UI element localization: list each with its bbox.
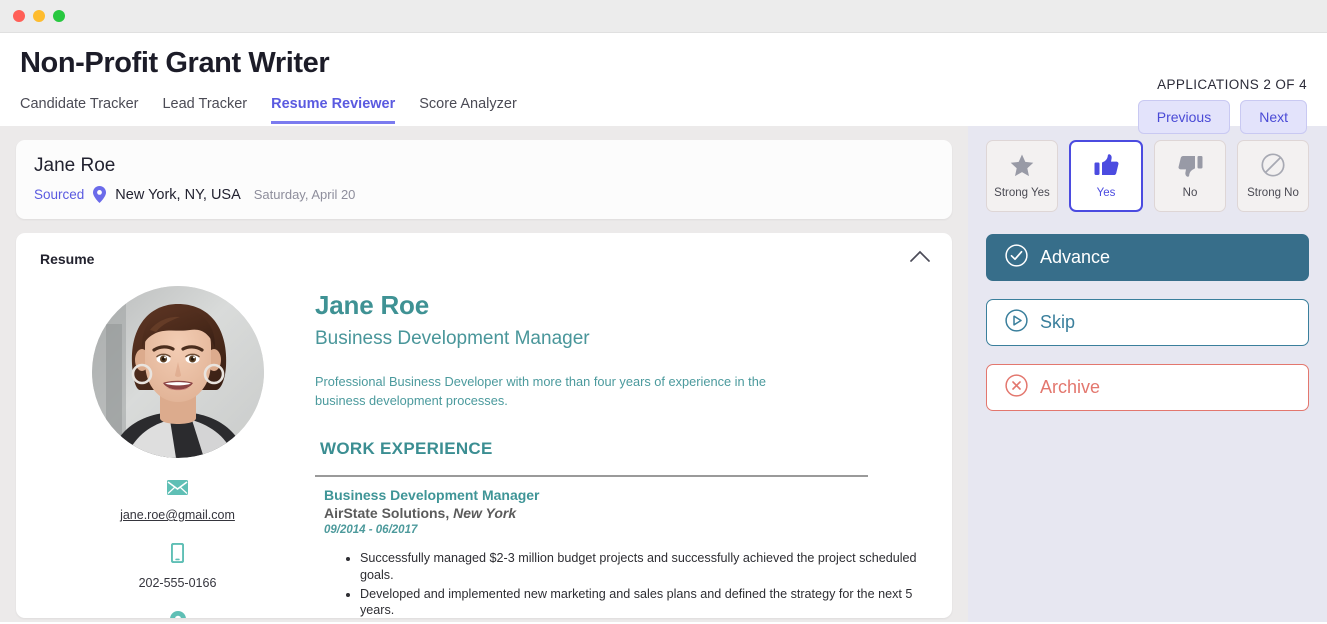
- skip-button[interactable]: Skip: [986, 299, 1309, 346]
- job-title: Business Development Manager: [324, 487, 540, 504]
- job-dates: 09/2014 - 06/2017: [324, 524, 418, 537]
- chevron-up-icon[interactable]: [910, 250, 930, 268]
- job-bullets: Successfully managed $2-3 million budget…: [315, 550, 928, 618]
- location-pin-icon: [93, 186, 107, 203]
- candidate-date: Saturday, April 20: [253, 187, 356, 202]
- prohibited-icon: [1261, 153, 1285, 180]
- resume-card-title: Resume: [40, 251, 95, 267]
- thumbs-down-icon: [1178, 154, 1203, 180]
- job-company-location: New York: [453, 505, 517, 522]
- tab-score-analyzer[interactable]: Score Analyzer: [419, 96, 517, 124]
- advance-button[interactable]: Advance: [986, 234, 1309, 281]
- right-pane: Strong Yes Yes No Strong No Advance Skip…: [968, 126, 1327, 622]
- rating-strong-yes-label: Strong Yes: [994, 186, 1050, 199]
- rating-no-button[interactable]: No: [1154, 140, 1226, 212]
- phone-value: 202-555-0166: [138, 576, 217, 590]
- email-icon: [40, 480, 315, 500]
- email-value[interactable]: jane.roe@gmail.com: [120, 508, 235, 522]
- resume-body: jane.roe@gmail.com 202-555-0166 Jane Roe…: [16, 282, 952, 618]
- star-icon: [1010, 154, 1034, 180]
- rating-yes-label: Yes: [1096, 186, 1116, 199]
- advance-label: Advance: [1040, 247, 1111, 267]
- page-title: Non-Profit Grant Writer: [20, 47, 330, 79]
- rating-no-label: No: [1182, 186, 1198, 199]
- contact-phone: 202-555-0166: [40, 542, 315, 592]
- candidate-card: Jane Roe Sourced New York, NY, USA Satur…: [16, 140, 952, 219]
- contact-location: [40, 611, 315, 618]
- contact-email: jane.roe@gmail.com: [40, 480, 315, 524]
- archive-button[interactable]: Archive: [986, 364, 1309, 411]
- tab-resume-reviewer[interactable]: Resume Reviewer: [271, 96, 396, 124]
- left-pane: Jane Roe Sourced New York, NY, USA Satur…: [0, 126, 968, 622]
- play-circle-icon: [1005, 308, 1028, 337]
- maximize-window-icon[interactable]: [53, 10, 65, 22]
- resume-name: Jane Roe: [315, 290, 430, 320]
- applications-counter: APPLICATIONS 2 OF 4: [1157, 77, 1307, 92]
- resume-main: Jane Roe Business Development Manager Pr…: [315, 282, 928, 618]
- app-window: Non-Profit Grant Writer Candidate Tracke…: [0, 0, 1327, 624]
- resume-section-title: WORK EXPERIENCE: [320, 439, 493, 459]
- rating-strong-yes-button[interactable]: Strong Yes: [986, 140, 1058, 212]
- rating-yes-button[interactable]: Yes: [1069, 140, 1143, 212]
- resume-role: Business Development Manager: [315, 328, 590, 349]
- tab-candidate-tracker[interactable]: Candidate Tracker: [20, 96, 138, 124]
- close-window-icon[interactable]: [13, 10, 25, 22]
- rating-strong-no-label: Strong No: [1247, 187, 1299, 199]
- phone-icon: [40, 542, 315, 568]
- list-item: Successfully managed $2-3 million budget…: [360, 550, 928, 583]
- candidate-name: Jane Roe: [34, 155, 116, 176]
- location-pin-icon-resume: [40, 611, 315, 618]
- resume-sidebar: jane.roe@gmail.com 202-555-0166: [40, 282, 315, 618]
- previous-button[interactable]: Previous: [1137, 100, 1231, 134]
- contact-block: jane.roe@gmail.com 202-555-0166: [40, 480, 315, 618]
- archive-label: Archive: [1040, 377, 1101, 397]
- main-content: Jane Roe Sourced New York, NY, USA Satur…: [0, 126, 1327, 622]
- window-titlebar: [0, 0, 1327, 33]
- resume-card-header[interactable]: Resume: [16, 233, 952, 282]
- list-item: Developed and implemented new marketing …: [360, 586, 928, 618]
- avatar: [91, 286, 264, 458]
- minimize-window-icon[interactable]: [33, 10, 45, 22]
- resume-card: Resume jane.roe@gmail.com 202-555-0166 J…: [16, 233, 952, 618]
- tab-bar: Candidate Tracker Lead Tracker Resume Re…: [20, 96, 1307, 124]
- skip-label: Skip: [1040, 312, 1076, 332]
- status-badge: Sourced: [34, 187, 85, 202]
- app-header: Non-Profit Grant Writer Candidate Tracke…: [0, 33, 1327, 134]
- job-company-name: AirState Solutions,: [324, 505, 450, 522]
- rating-strong-no-button[interactable]: Strong No: [1237, 140, 1309, 212]
- x-circle-icon: [1005, 373, 1028, 402]
- candidate-location: New York, NY, USA: [115, 186, 241, 203]
- thumbs-up-icon: [1094, 153, 1119, 180]
- application-navigation: APPLICATIONS 2 OF 4 Previous Next: [1137, 77, 1307, 134]
- job-company: AirState Solutions, New York: [315, 505, 928, 521]
- resume-summary: Professional Business Developer with mor…: [315, 374, 766, 409]
- check-circle-icon: [1005, 243, 1028, 272]
- next-button[interactable]: Next: [1240, 100, 1307, 134]
- section-divider: [315, 475, 868, 478]
- tab-lead-tracker[interactable]: Lead Tracker: [162, 96, 247, 124]
- rating-buttons: Strong Yes Yes No Strong No: [986, 140, 1309, 212]
